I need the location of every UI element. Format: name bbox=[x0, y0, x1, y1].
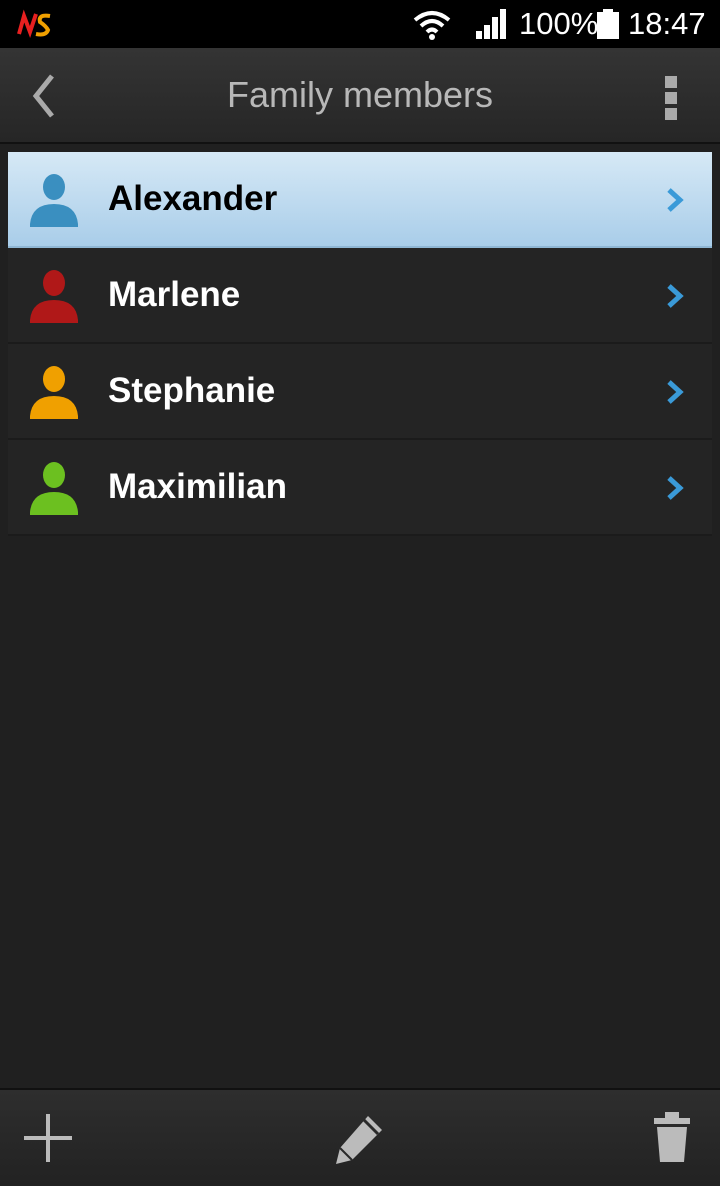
list-item-member[interactable]: Alexander bbox=[8, 152, 712, 248]
edit-pencil-icon[interactable] bbox=[330, 1108, 390, 1168]
overflow-menu-icon[interactable] bbox=[648, 70, 694, 122]
bottom-toolbar bbox=[0, 1088, 720, 1186]
status-clock: 18:47 bbox=[628, 6, 706, 41]
family-members-list: Alexander Marlene Stephanie Maximilian bbox=[8, 152, 712, 536]
member-name: Maximilian bbox=[108, 467, 287, 506]
person-avatar-icon bbox=[30, 270, 78, 323]
chevron-right-icon bbox=[667, 188, 684, 212]
status-bar: 100% 18:47 bbox=[0, 0, 720, 48]
chevron-right-icon bbox=[667, 380, 684, 404]
person-avatar-icon bbox=[30, 462, 78, 515]
action-bar: Family members bbox=[0, 48, 720, 144]
signal-icon bbox=[476, 9, 506, 39]
chevron-right-icon bbox=[667, 476, 684, 500]
app-logo-icon bbox=[17, 9, 51, 38]
page-title: Family members bbox=[226, 74, 494, 115]
member-name: Alexander bbox=[108, 179, 278, 218]
person-avatar-icon bbox=[30, 366, 78, 419]
chevron-right-icon bbox=[667, 284, 684, 308]
list-item-member[interactable]: Maximilian bbox=[8, 440, 712, 536]
delete-trash-icon[interactable] bbox=[642, 1108, 702, 1168]
member-name: Marlene bbox=[108, 275, 241, 314]
overflow-dot bbox=[665, 108, 677, 120]
overflow-dot bbox=[665, 76, 677, 88]
add-icon[interactable] bbox=[18, 1108, 78, 1168]
back-arrow-icon[interactable] bbox=[20, 70, 70, 122]
wifi-icon bbox=[413, 11, 451, 40]
battery-icon bbox=[597, 9, 619, 39]
list-item-member[interactable]: Stephanie bbox=[8, 344, 712, 440]
overflow-dot bbox=[665, 92, 677, 104]
person-avatar-icon bbox=[30, 174, 78, 227]
member-name: Stephanie bbox=[108, 371, 276, 410]
list-item-member[interactable]: Marlene bbox=[8, 248, 712, 344]
battery-percentage: 100% bbox=[519, 6, 599, 41]
